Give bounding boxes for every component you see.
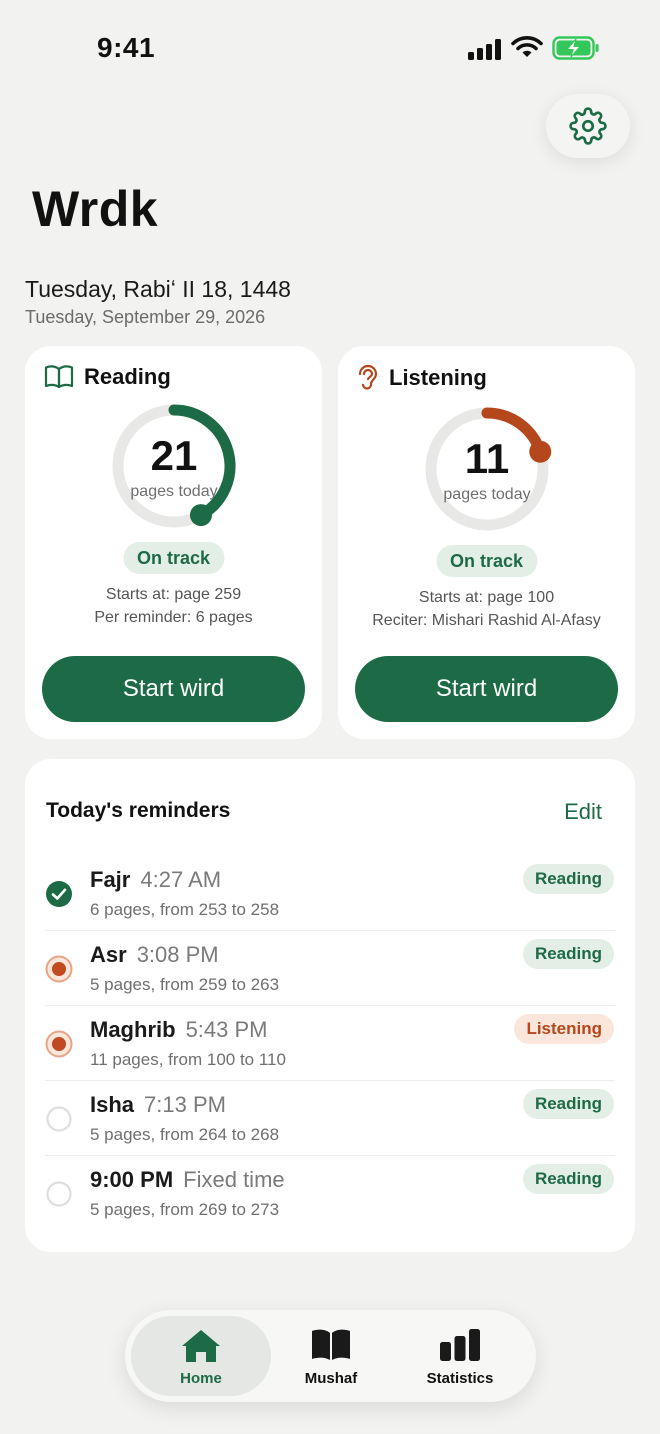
reading-card-title: Reading [84,364,171,389]
radio-active-icon[interactable] [45,1030,73,1058]
reminder-time: 4:27 AM [140,867,222,892]
radio-empty-icon[interactable] [45,1105,73,1133]
book-open-icon [312,1329,350,1360]
reminder-row-maghrib[interactable]: Maghrib 5:43 PM 11 pages, from 100 to 110… [25,1006,635,1081]
reminder-time: 7:13 PM [144,1092,226,1117]
reminder-title: Maghrib [90,1017,176,1042]
listening-start-wird-button[interactable]: Start wird [355,656,618,722]
reminder-title: Isha [90,1092,135,1117]
app-title: Wrdk [32,181,159,237]
reminder-type-badge: Reading [522,939,614,969]
checkmark-circle-icon[interactable] [45,880,73,908]
cellular-signal-icon [468,38,502,60]
reminder-name: Asr 3:08 PM [90,942,219,968]
radio-active-icon[interactable] [45,955,73,983]
tab-bar: Home Mushaf Statistics [125,1310,536,1402]
reminder-row-isha[interactable]: Isha 7:13 PM 5 pages, from 264 to 268 Rea… [25,1081,635,1156]
reminder-type-badge: Listening [514,1014,614,1044]
listening-reciter: Reciter: Mishari Rashid Al-Afasy [372,612,601,629]
reminder-row-fixed-time[interactable]: 9:00 PM Fixed time 5 pages, from 269 to 2… [25,1156,635,1231]
reading-per-reminder: Per reminder: 6 pages [94,609,253,626]
reminder-description: 6 pages, from 253 to 258 [90,900,280,919]
reminder-description: 5 pages, from 264 to 268 [90,1125,280,1144]
battery-charging-icon [552,36,599,60]
reminder-type-badge: Reading [522,1164,614,1194]
reading-status-badge: On track [122,542,225,574]
gregorian-date: Tuesday, September 29, 2026 [25,307,266,327]
listening-card-title: Listening [389,365,487,390]
home-icon [182,1330,220,1362]
ear-icon [358,364,378,390]
reading-card-header: Reading [44,364,171,390]
hijri-date: Tuesday, Rabiʻ II 18, 1448 [25,276,291,302]
bar-chart-icon [440,1329,480,1361]
listening-card: Listening 11 pages today On track Starts… [338,346,635,739]
reminder-title: Asr [90,942,127,967]
listening-card-header: Listening [357,364,487,392]
tab-statistics-label: Statistics [426,1370,494,1387]
reading-pages-count: 21 [150,432,198,479]
listening-start-page: Starts at: page 100 [418,589,555,606]
tab-mushaf[interactable]: Mushaf [261,1316,401,1396]
reminder-name: 9:00 PM Fixed time [90,1167,285,1193]
settings-button[interactable] [546,94,630,158]
reminders-title: Today's reminders [46,799,231,822]
tab-statistics[interactable]: Statistics [390,1316,530,1396]
tab-home[interactable]: Home [131,1316,271,1396]
reminder-title: 9:00 PM [90,1167,174,1192]
reminder-description: 5 pages, from 269 to 273 [90,1200,280,1219]
listening-status-badge: On track [435,545,538,577]
reading-progress-dot [189,504,212,527]
tab-mushaf-label: Mushaf [304,1370,358,1387]
reminder-time: 5:43 PM [185,1017,268,1042]
tab-home-label: Home [180,1370,222,1387]
reminder-title: Fajr [90,867,131,892]
listening-pages-label: pages today [443,486,531,503]
reminder-type-badge: Reading [522,1089,614,1119]
reminder-name: Fajr 4:27 AM [90,867,221,893]
reading-start-page: Starts at: page 259 [105,586,242,603]
status-time: 9:41 [97,32,156,63]
reminder-name: Isha 7:13 PM [90,1092,226,1118]
reading-start-wird-button[interactable]: Start wird [42,656,305,722]
listening-pages-count: 11 [464,435,510,482]
radio-empty-icon[interactable] [45,1180,73,1208]
reading-card: Reading 21 pages today On track Starts a… [25,346,322,739]
reminder-time: 3:08 PM [136,942,219,967]
reminder-time: Fixed time [183,1167,285,1192]
gear-icon [569,107,607,145]
reminder-type-badge: Reading [522,864,614,894]
book-icon [44,365,74,389]
reminder-description: 5 pages, from 259 to 263 [90,975,280,994]
reminders-card: Today's reminders Edit Fajr 4:27 AM 6 pag… [25,759,635,1252]
reminder-row-fajr[interactable]: Fajr 4:27 AM 6 pages, from 253 to 258 Rea… [25,856,635,931]
reminder-name: Maghrib 5:43 PM [90,1017,268,1043]
wifi-icon [511,36,543,57]
reminder-description: 11 pages, from 100 to 110 [90,1050,286,1069]
reminder-row-asr[interactable]: Asr 3:08 PM 5 pages, from 259 to 263 Read… [25,931,635,1006]
status-bar: 9:41 [0,0,660,96]
reminders-edit-button[interactable]: Edit [564,799,602,825]
reading-pages-label: pages today [130,483,218,500]
